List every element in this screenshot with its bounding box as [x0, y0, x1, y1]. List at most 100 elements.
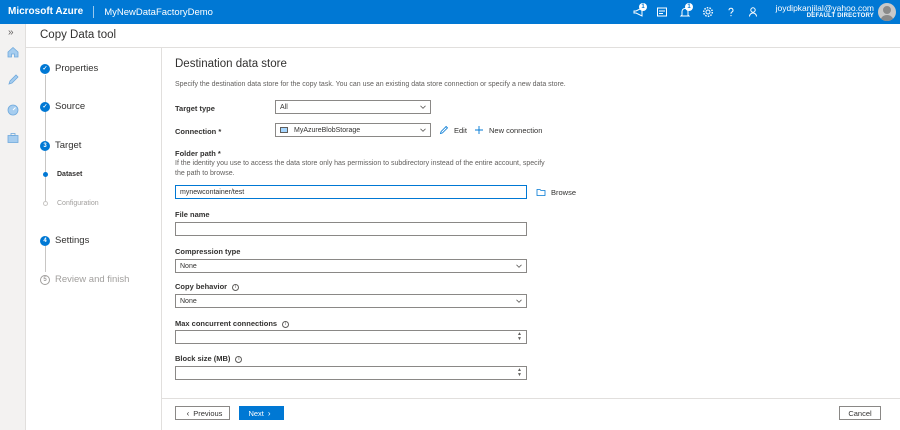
step-label: Source — [55, 101, 86, 112]
brand-name[interactable]: Microsoft Azure — [0, 6, 95, 18]
compression-type-value: None — [180, 262, 197, 270]
previous-button[interactable]: ‹ Previous — [175, 406, 230, 420]
settings-button[interactable] — [699, 4, 716, 21]
expand-rail-button[interactable]: » — [8, 27, 14, 38]
avatar[interactable] — [878, 3, 896, 21]
destination-form: Destination data store Specify the desti… — [162, 48, 900, 398]
step-label: Review and finish — [55, 274, 130, 285]
chevron-right-icon: › — [267, 408, 271, 418]
folder-path-input[interactable]: mynewcontainer/test — [175, 185, 527, 199]
target-type-select[interactable]: All — [275, 100, 431, 114]
gear-icon — [702, 6, 713, 18]
gauge-icon — [7, 104, 19, 116]
previous-label: Previous — [193, 408, 223, 418]
step-check-icon: ✓ — [40, 101, 50, 112]
spin-buttons[interactable]: ▲ ▼ — [517, 368, 522, 378]
folder-icon — [536, 189, 546, 196]
notification-badge: 1 — [639, 2, 647, 11]
notifications-button[interactable]: 1 — [630, 2, 647, 21]
step-label: Target — [55, 140, 82, 151]
max-connections-label: Max concurrent connections i — [175, 319, 290, 328]
next-label: Next — [248, 408, 264, 418]
rail-monitor[interactable] — [5, 102, 21, 118]
chevron-down-icon — [516, 298, 522, 303]
step-label: Settings — [55, 235, 90, 246]
spin-buttons[interactable]: ▲ ▼ — [517, 332, 522, 342]
compression-type-select[interactable]: None — [175, 259, 527, 273]
wizard-steps: ✓ Properties ✓ Source 3 Target Dataset C… — [26, 48, 162, 430]
new-connection-button[interactable]: New connection — [474, 125, 542, 135]
alerts-button[interactable]: 1 — [676, 2, 693, 21]
block-size-input[interactable]: ▲ ▼ — [175, 366, 527, 380]
step-number: 3 — [40, 140, 50, 151]
browse-button[interactable]: Browse — [536, 187, 576, 197]
copy-behavior-select[interactable]: None — [175, 294, 527, 308]
browse-label: Browse — [551, 187, 577, 197]
info-icon[interactable]: i — [282, 320, 290, 328]
toolbox-icon — [7, 133, 19, 143]
substep-label: Dataset — [57, 171, 83, 178]
substep-dot — [43, 172, 48, 177]
new-connection-label: New connection — [489, 125, 543, 135]
chevron-left-icon: ‹ — [186, 408, 190, 418]
home-icon — [7, 46, 19, 58]
user-account[interactable]: joydipkanjilal@yahoo.com DEFAULT DIRECTO… — [776, 4, 874, 20]
form-description: Specify the destination data store for t… — [175, 81, 566, 88]
plus-icon — [475, 126, 483, 134]
factory-name[interactable]: MyNewDataFactoryDemo — [94, 7, 213, 18]
rail-home[interactable] — [5, 44, 21, 60]
folder-path-label: Folder path * — [175, 149, 221, 158]
directory-icon — [656, 7, 667, 17]
step-properties[interactable]: ✓ Properties — [40, 63, 98, 74]
chevron-down-icon — [516, 263, 522, 268]
step-review-and-finish[interactable]: 5 Review and finish — [40, 274, 129, 285]
info-icon[interactable]: i — [232, 283, 240, 291]
cancel-button[interactable]: Cancel — [839, 406, 881, 420]
user-directory: DEFAULT DIRECTORY — [806, 13, 874, 19]
copy-behavior-value: None — [180, 297, 197, 305]
compression-type-label: Compression type — [175, 247, 241, 256]
feedback-icon — [748, 7, 757, 17]
edit-connection-button[interactable]: Edit — [439, 125, 467, 135]
next-button[interactable]: Next › — [239, 406, 284, 420]
rail-author[interactable] — [5, 72, 21, 88]
step-label: Properties — [55, 63, 99, 74]
file-name-input[interactable] — [175, 222, 527, 236]
max-connections-input[interactable]: ▲ ▼ — [175, 330, 527, 344]
connection-label: Connection * — [175, 127, 222, 136]
feedback-button[interactable] — [745, 4, 762, 21]
copy-behavior-text: Copy behavior — [175, 282, 228, 291]
pencil-icon — [8, 74, 19, 85]
user-email: joydipkanjilal@yahoo.com — [775, 3, 874, 13]
top-bar: Microsoft Azure MyNewDataFactoryDemo 1 1… — [0, 0, 900, 24]
step-number: 4 — [40, 235, 50, 246]
info-icon[interactable]: i — [235, 355, 243, 363]
connection-select[interactable]: MyAzureBlobStorage — [275, 123, 431, 137]
substep-label: Configuration — [57, 200, 99, 207]
max-connections-text: Max concurrent connections — [175, 319, 278, 328]
substep-dataset[interactable]: Dataset — [43, 171, 82, 178]
target-type-label: Target type — [175, 104, 215, 113]
step-check-icon: ✓ — [40, 63, 50, 74]
file-name-label: File name — [175, 210, 210, 219]
connection-value: MyAzureBlobStorage — [294, 126, 361, 134]
target-type-value: All — [280, 103, 288, 111]
directory-button[interactable] — [653, 4, 670, 21]
substep-configuration[interactable]: Configuration — [43, 200, 99, 207]
form-title: Destination data store — [175, 58, 287, 70]
help-button[interactable] — [722, 4, 739, 21]
step-source[interactable]: ✓ Source — [40, 101, 85, 112]
rail-manage[interactable] — [5, 130, 21, 146]
blob-storage-icon — [280, 127, 288, 133]
step-settings[interactable]: 4 Settings — [40, 235, 89, 246]
left-rail: » — [0, 24, 26, 430]
step-target[interactable]: 3 Target — [40, 140, 81, 151]
cancel-label: Cancel — [848, 408, 872, 418]
tool-header: Copy Data tool — [26, 24, 900, 48]
step-number: 5 — [40, 274, 50, 285]
copy-behavior-label: Copy behavior i — [175, 282, 240, 291]
edit-label: Edit — [454, 125, 467, 135]
alerts-badge: 1 — [685, 2, 693, 11]
folder-path-value: mynewcontainer/test — [180, 188, 245, 196]
question-icon — [728, 7, 733, 17]
